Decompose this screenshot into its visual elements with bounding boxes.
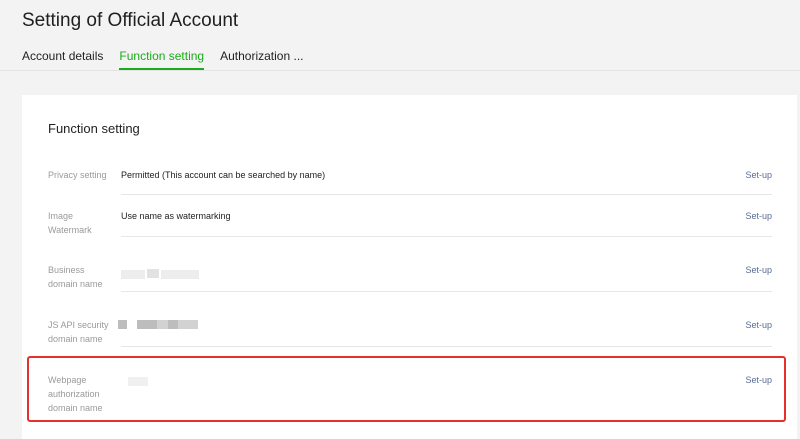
tab-authorization[interactable]: Authorization ... [220,48,303,68]
page-header: Setting of Official Account Account deta… [0,0,800,71]
setting-row-business-domain: Business domain name Set-up [48,263,772,293]
page-title: Setting of Official Account [22,10,239,31]
row-divider [121,194,772,195]
row-divider [121,236,772,237]
setting-row-webpage-auth-domain: Webpage authorization domain name Set-up [48,373,772,417]
setting-row-jsapi-domain: JS API security domain name Set-up [48,318,772,348]
setup-link-privacy[interactable]: Set-up [745,168,772,182]
row-label-jsapi-domain: JS API security domain name [48,320,109,344]
row-divider [121,346,772,347]
redacted-value [137,320,157,329]
redacted-value [157,320,168,329]
setup-link-webpage-auth-domain[interactable]: Set-up [745,373,772,387]
redacted-value [161,270,199,279]
row-label-webpage-auth-domain: Webpage authorization domain name [48,375,103,413]
row-label-privacy: Privacy setting [48,170,107,180]
setup-link-jsapi-domain[interactable]: Set-up [745,318,772,332]
redacted-value [118,320,127,329]
row-value-watermark: Use name as watermarking [121,211,231,221]
tab-bar: Account details Function setting Authori… [22,48,320,70]
setup-link-business-domain[interactable]: Set-up [745,263,772,277]
setting-row-watermark: Image Watermark Use name as watermarking… [48,209,772,239]
tab-function-setting[interactable]: Function setting [119,48,205,70]
tab-account-details[interactable]: Account details [22,48,103,68]
row-value-privacy: Permitted (This account can be searched … [121,170,326,180]
redacted-value [121,270,145,279]
function-setting-card: Function setting Privacy setting Permitt… [22,95,797,439]
redacted-value [147,269,159,278]
redacted-value [178,320,198,329]
setup-link-watermark[interactable]: Set-up [745,209,772,223]
setting-row-privacy: Privacy setting Permitted (This account … [48,168,772,196]
card-title: Function setting [48,121,140,136]
redacted-value [128,377,148,386]
redacted-value [168,320,178,329]
row-divider [121,291,772,292]
row-label-watermark: Image Watermark [48,211,92,235]
row-label-business-domain: Business domain name [48,265,103,289]
